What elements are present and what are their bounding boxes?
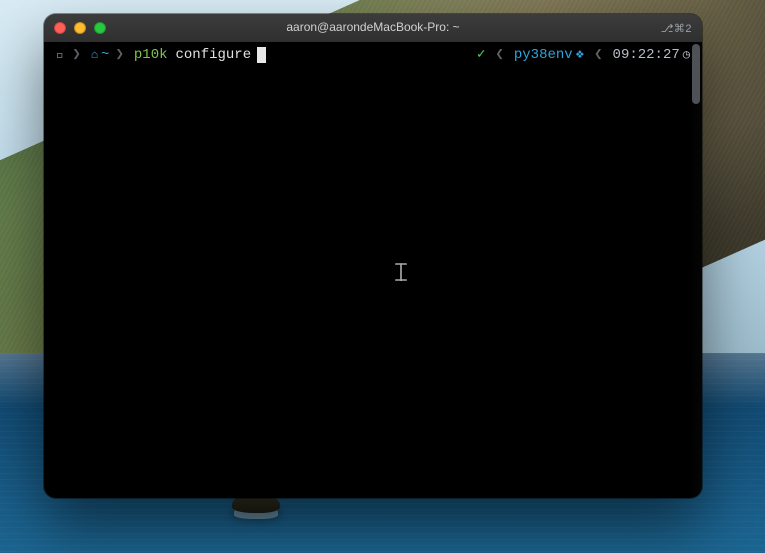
time-segment: 09:22:27 ◷ bbox=[607, 45, 696, 65]
time-text: 09:22:27 bbox=[613, 45, 680, 65]
apple-logo-icon:  bbox=[50, 45, 72, 65]
separator-icon: ❮ bbox=[495, 45, 503, 65]
prompt-left:  ❯ ⌂ ~ ❯ p10k configure bbox=[50, 45, 272, 65]
scrollbar-track[interactable] bbox=[690, 42, 702, 498]
terminal-viewport[interactable]:  ❯ ⌂ ~ ❯ p10k configure ✓ ❮ bbox=[44, 42, 702, 498]
text-cursor bbox=[257, 47, 266, 63]
home-icon: ⌂ bbox=[91, 45, 98, 65]
command-token-2: configure bbox=[176, 45, 252, 65]
prompt-right: ✓ ❮ py38env ❖ ❮ 09:22:27 ◷ bbox=[471, 45, 696, 65]
cwd-text: ~ bbox=[101, 45, 109, 65]
separator-icon: ❮ bbox=[594, 45, 602, 65]
cwd-segment: ⌂ ~ bbox=[85, 45, 116, 65]
window-traffic-lights bbox=[54, 22, 106, 34]
python-env-icon: ❖ bbox=[576, 45, 584, 65]
separator-icon: ❯ bbox=[115, 45, 123, 65]
virtualenv-segment: py38env ❖ bbox=[508, 45, 590, 65]
command-input[interactable]: p10k configure bbox=[128, 45, 272, 65]
window-minimize-button[interactable] bbox=[74, 22, 86, 34]
window-title: aaron@aarondeMacBook-Pro: ~ bbox=[44, 20, 702, 34]
window-titlebar[interactable]: aaron@aarondeMacBook-Pro: ~ ⎇⌘2 bbox=[44, 14, 702, 42]
window-shortcut-indicator: ⎇⌘2 bbox=[661, 22, 692, 35]
clock-icon: ◷ bbox=[683, 45, 690, 65]
last-status-segment: ✓ bbox=[471, 45, 491, 65]
window-zoom-button[interactable] bbox=[94, 22, 106, 34]
window-close-button[interactable] bbox=[54, 22, 66, 34]
prompt-line:  ❯ ⌂ ~ ❯ p10k configure ✓ ❮ bbox=[50, 45, 696, 65]
scrollbar-thumb[interactable] bbox=[692, 44, 700, 104]
virtualenv-name: py38env bbox=[514, 45, 573, 65]
command-token-1: p10k bbox=[134, 45, 168, 65]
terminal-window: aaron@aarondeMacBook-Pro: ~ ⎇⌘2  ❯ ⌂ ~ … bbox=[44, 14, 702, 498]
separator-icon: ❯ bbox=[72, 45, 80, 65]
